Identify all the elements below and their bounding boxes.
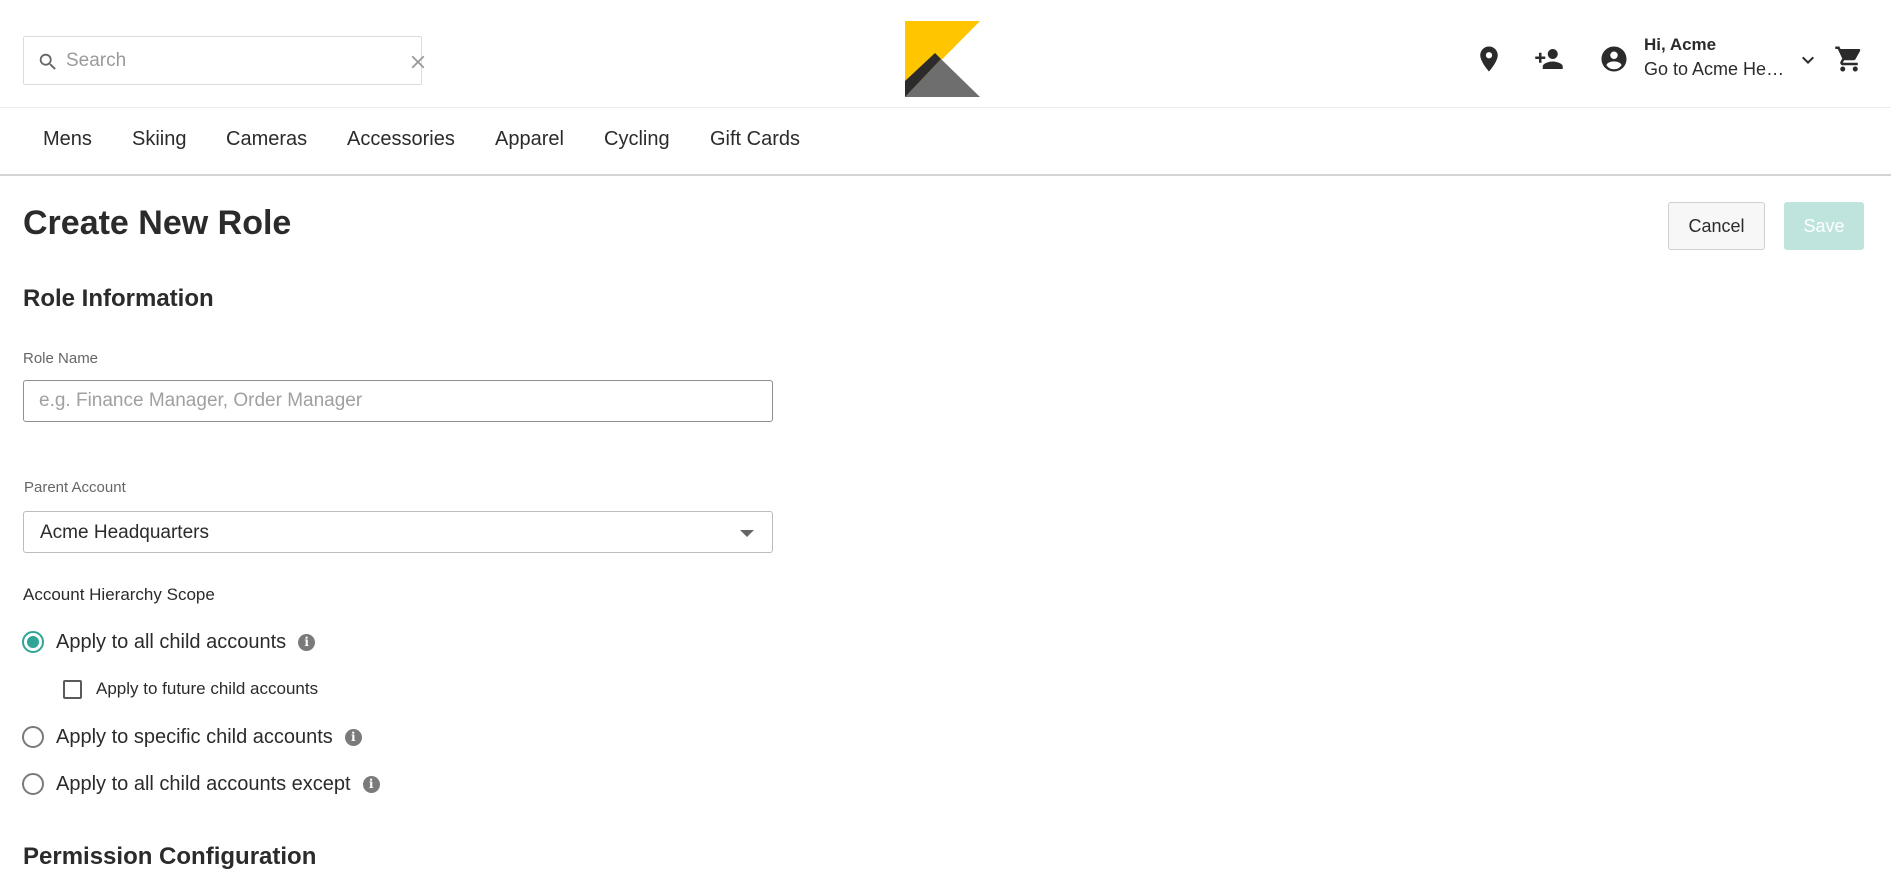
scope-option-except[interactable]: Apply to all child accounts except i bbox=[22, 771, 380, 797]
info-icon[interactable]: i bbox=[298, 633, 316, 651]
scope-option-specific[interactable]: Apply to specific child accounts i bbox=[22, 724, 362, 750]
nav-item-cycling[interactable]: Cycling bbox=[604, 128, 670, 151]
nav-item-accessories[interactable]: Accessories bbox=[347, 128, 455, 151]
future-children-checkbox[interactable] bbox=[63, 679, 82, 699]
scope-specific-label[interactable]: Apply to specific child accounts bbox=[56, 726, 333, 749]
future-children-option[interactable]: Apply to future child accounts bbox=[63, 677, 318, 701]
nav-item-apparel[interactable]: Apparel bbox=[495, 128, 564, 151]
cart-icon[interactable] bbox=[1834, 44, 1864, 74]
nav-item-gift-cards[interactable]: Gift Cards bbox=[710, 128, 800, 151]
search-icon bbox=[39, 53, 56, 70]
nav-item-skiing[interactable]: Skiing bbox=[132, 128, 186, 151]
account-menu[interactable]: Hi, Acme Go to Acme Headquarters bbox=[1644, 34, 1794, 82]
add-user-icon[interactable] bbox=[1533, 44, 1565, 74]
parent-account-label: Parent Account bbox=[24, 479, 126, 496]
site-header: Hi, Acme Go to Acme Headquarters bbox=[0, 0, 1891, 108]
search-input[interactable] bbox=[66, 45, 366, 77]
scope-all-label[interactable]: Apply to all child accounts bbox=[56, 631, 286, 654]
info-icon[interactable]: i bbox=[344, 728, 362, 746]
dropdown-arrow-icon bbox=[740, 530, 754, 537]
hierarchy-scope-label: Account Hierarchy Scope bbox=[23, 585, 215, 604]
role-name-input[interactable] bbox=[23, 380, 773, 422]
account-circle-icon[interactable] bbox=[1599, 44, 1629, 74]
permission-configuration-heading: Permission Configuration bbox=[23, 843, 317, 870]
close-icon[interactable] bbox=[407, 51, 429, 73]
brand-logo[interactable] bbox=[905, 21, 980, 97]
future-children-label[interactable]: Apply to future child accounts bbox=[96, 679, 318, 699]
parent-account-select[interactable]: Acme Headquarters bbox=[23, 511, 773, 553]
scope-except-label[interactable]: Apply to all child accounts except bbox=[56, 773, 351, 796]
chevron-down-icon[interactable] bbox=[1796, 48, 1820, 72]
save-button[interactable]: Save bbox=[1784, 202, 1864, 250]
search-box[interactable] bbox=[23, 36, 425, 85]
cancel-button[interactable]: Cancel bbox=[1668, 202, 1765, 250]
account-switch-link[interactable]: Go to Acme Headquarters bbox=[1644, 56, 1794, 82]
page-title: Create New Role bbox=[23, 204, 292, 242]
nav-item-cameras[interactable]: Cameras bbox=[226, 128, 307, 151]
store-location-icon[interactable] bbox=[1474, 44, 1504, 74]
info-icon[interactable]: i bbox=[362, 775, 380, 793]
category-nav: Mens Skiing Cameras Accessories Apparel … bbox=[0, 108, 1891, 176]
role-name-label: Role Name bbox=[23, 350, 99, 367]
scope-all-radio[interactable] bbox=[22, 631, 44, 653]
scope-except-radio[interactable] bbox=[22, 773, 44, 795]
scope-specific-radio[interactable] bbox=[22, 726, 44, 748]
nav-item-mens[interactable]: Mens bbox=[43, 128, 92, 151]
role-information-heading: Role Information bbox=[23, 285, 214, 312]
parent-account-value: Acme Headquarters bbox=[40, 522, 209, 543]
account-greeting: Hi, Acme bbox=[1644, 35, 1717, 54]
scope-option-all[interactable]: Apply to all child accounts i bbox=[22, 629, 316, 655]
